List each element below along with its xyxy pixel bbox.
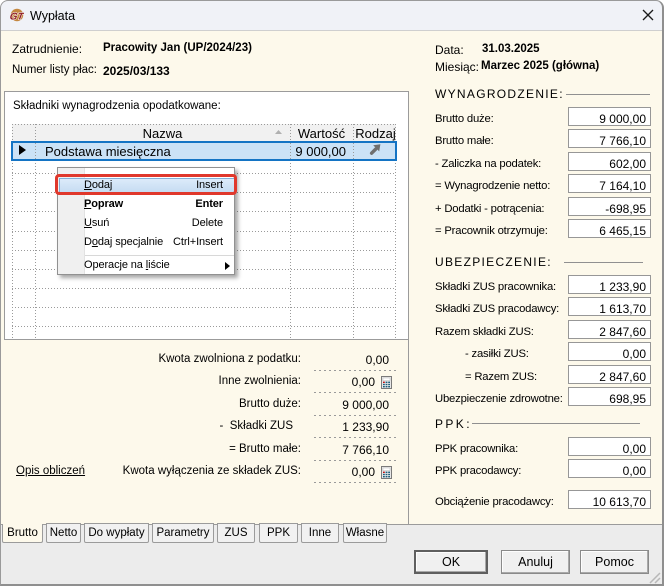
svg-text:GT: GT — [10, 12, 24, 22]
